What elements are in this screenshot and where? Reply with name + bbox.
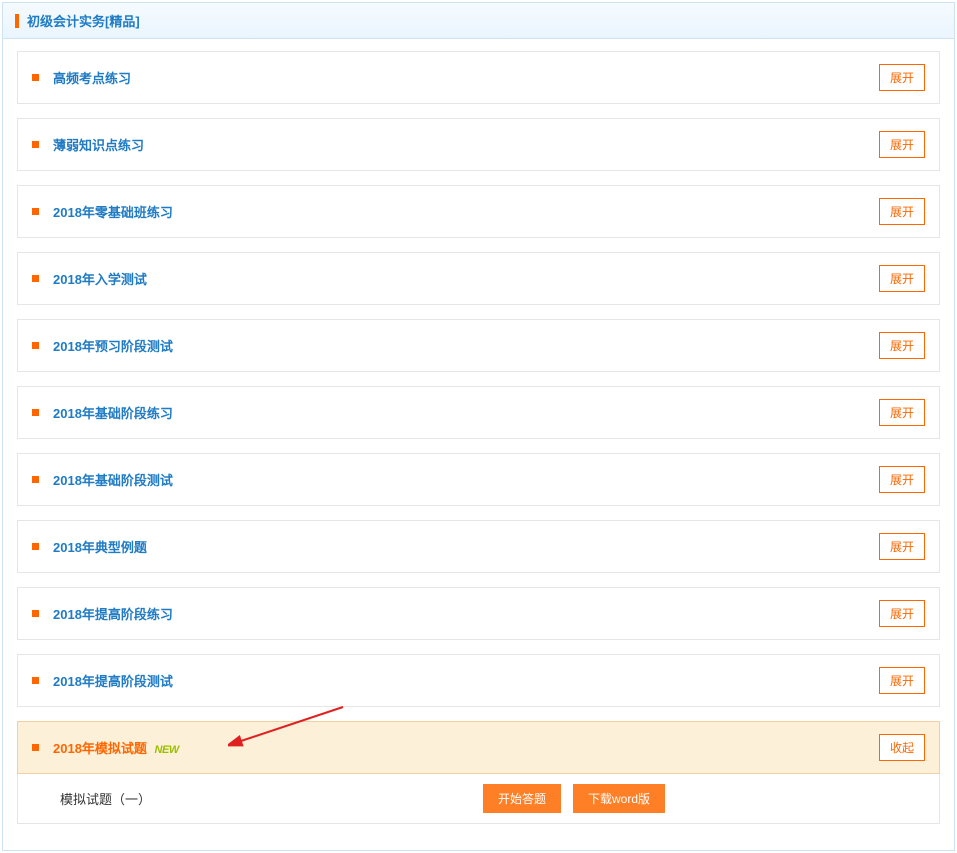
collapse-button[interactable]: 收起 <box>879 734 925 761</box>
exercise-row: 2018年基础阶段练习 展开 <box>17 386 940 439</box>
exercise-row: 高频考点练习 展开 <box>17 51 940 104</box>
bullet-icon <box>32 677 39 684</box>
row-title[interactable]: 2018年入学测试 <box>53 269 147 288</box>
sub-exercise-title: 模拟试题（一） <box>60 789 151 808</box>
bullet-icon <box>32 74 39 81</box>
exercise-row: 2018年零基础班练习 展开 <box>17 185 940 238</box>
row-left: 2018年入学测试 <box>32 269 147 288</box>
row-title[interactable]: 2018年基础阶段测试 <box>53 470 173 489</box>
expand-button[interactable]: 展开 <box>879 332 925 359</box>
row-left: 2018年基础阶段练习 <box>32 403 173 422</box>
expand-button[interactable]: 展开 <box>879 198 925 225</box>
header-accent-bar <box>15 14 19 28</box>
sub-actions: 开始答题 下载word版 <box>483 784 665 813</box>
expand-button[interactable]: 展开 <box>879 667 925 694</box>
expand-button[interactable]: 展开 <box>879 533 925 560</box>
bullet-icon <box>32 610 39 617</box>
row-title-highlight[interactable]: 2018年模拟试题 NEW <box>53 738 179 757</box>
bullet-icon <box>32 141 39 148</box>
new-badge: NEW <box>155 744 179 756</box>
expand-button[interactable]: 展开 <box>879 265 925 292</box>
start-answer-button[interactable]: 开始答题 <box>483 784 561 813</box>
bullet-icon <box>32 543 39 550</box>
expand-button[interactable]: 展开 <box>879 466 925 493</box>
bullet-icon <box>32 342 39 349</box>
panel-title: 初级会计实务[精品] <box>27 11 140 30</box>
row-title[interactable]: 2018年预习阶段测试 <box>53 336 173 355</box>
row-title[interactable]: 2018年典型例题 <box>53 537 147 556</box>
panel-header: 初级会计实务[精品] <box>3 3 954 39</box>
row-left: 2018年预习阶段测试 <box>32 336 173 355</box>
expand-button[interactable]: 展开 <box>879 131 925 158</box>
sub-exercise-row: 模拟试题（一） 开始答题 下载word版 <box>17 774 940 824</box>
download-word-button[interactable]: 下载word版 <box>573 784 665 813</box>
course-panel: 初级会计实务[精品] 高频考点练习 展开 薄弱知识点练习 展开 2018年零基础… <box>2 2 955 851</box>
exercise-row-expanded: 2018年模拟试题 NEW 收起 <box>17 721 940 774</box>
row-left: 薄弱知识点练习 <box>32 135 144 154</box>
row-left: 2018年典型例题 <box>32 537 147 556</box>
exercise-row: 2018年典型例题 展开 <box>17 520 940 573</box>
row-title[interactable]: 2018年提高阶段练习 <box>53 604 173 623</box>
row-left: 2018年提高阶段练习 <box>32 604 173 623</box>
row-title[interactable]: 高频考点练习 <box>53 68 131 87</box>
row-title[interactable]: 薄弱知识点练习 <box>53 135 144 154</box>
bullet-icon <box>32 208 39 215</box>
bullet-icon <box>32 409 39 416</box>
row-title[interactable]: 2018年基础阶段练习 <box>53 403 173 422</box>
panel-body: 高频考点练习 展开 薄弱知识点练习 展开 2018年零基础班练习 展开 2018… <box>3 39 954 850</box>
exercise-row: 2018年基础阶段测试 展开 <box>17 453 940 506</box>
annotation-arrow-icon <box>228 702 348 762</box>
row-left: 2018年基础阶段测试 <box>32 470 173 489</box>
exercise-row: 2018年提高阶段练习 展开 <box>17 587 940 640</box>
expanded-title-text: 2018年模拟试题 <box>53 741 147 756</box>
exercise-row: 2018年入学测试 展开 <box>17 252 940 305</box>
expand-button[interactable]: 展开 <box>879 600 925 627</box>
bullet-icon <box>32 476 39 483</box>
row-left: 2018年模拟试题 NEW <box>32 738 179 757</box>
exercise-row: 2018年提高阶段测试 展开 <box>17 654 940 707</box>
exercise-row: 薄弱知识点练习 展开 <box>17 118 940 171</box>
expand-button[interactable]: 展开 <box>879 399 925 426</box>
bullet-icon <box>32 275 39 282</box>
row-left: 2018年零基础班练习 <box>32 202 173 221</box>
bullet-icon <box>32 744 39 751</box>
exercise-row: 2018年预习阶段测试 展开 <box>17 319 940 372</box>
row-title[interactable]: 2018年零基础班练习 <box>53 202 173 221</box>
row-left: 2018年提高阶段测试 <box>32 671 173 690</box>
row-title[interactable]: 2018年提高阶段测试 <box>53 671 173 690</box>
expand-button[interactable]: 展开 <box>879 64 925 91</box>
row-left: 高频考点练习 <box>32 68 131 87</box>
